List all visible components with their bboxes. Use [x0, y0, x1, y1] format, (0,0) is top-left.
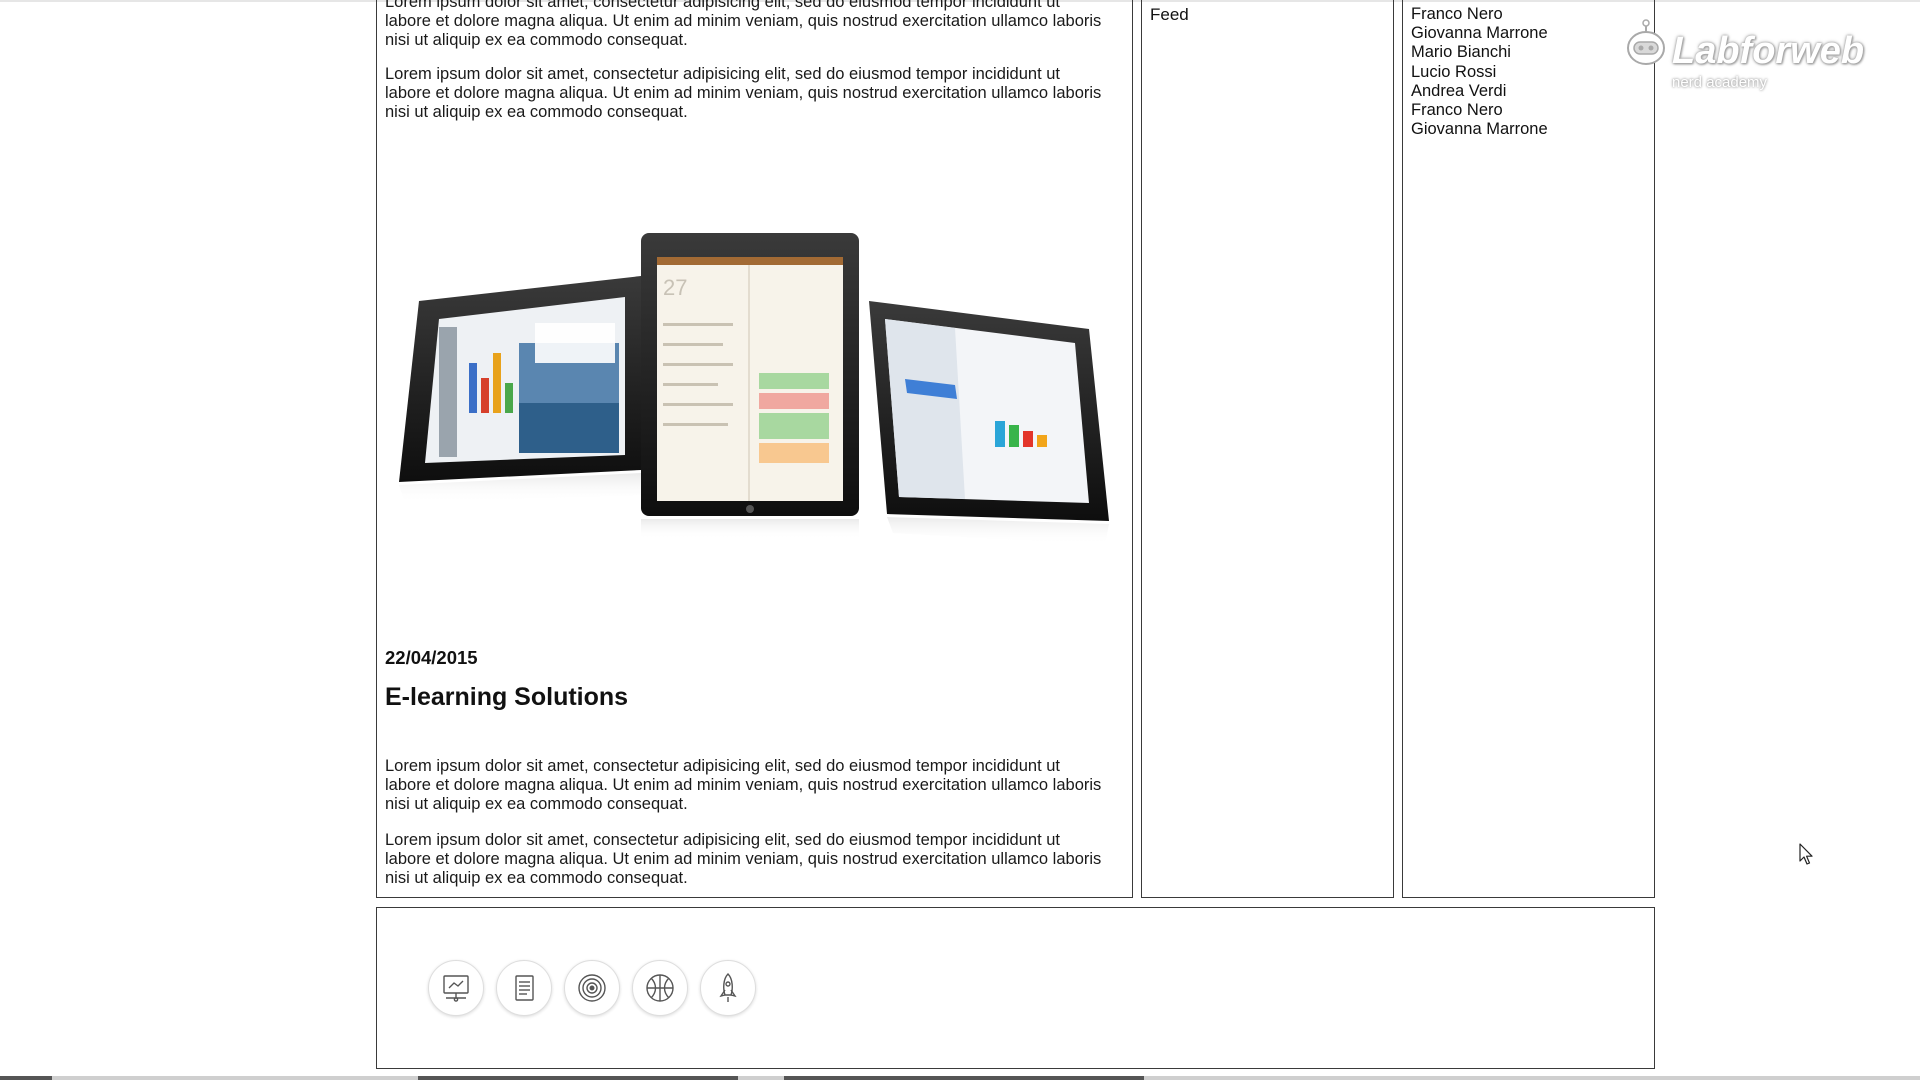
article-paragraph: Lorem ipsum dolor sit amet, consectetur …	[385, 65, 1102, 122]
article-column: Lorem ipsum dolor sit amet, consectetur …	[376, 0, 1133, 898]
name-item[interactable]: Andrea Verdi	[1411, 82, 1548, 101]
target-icon	[578, 974, 606, 1002]
tablet-day-number: 27	[663, 275, 687, 300]
feed-column: Feed	[1141, 0, 1394, 898]
name-item[interactable]: Franco Nero	[1411, 5, 1548, 24]
tablet-center: 27	[641, 233, 859, 539]
basketball-icon-button[interactable]	[632, 960, 688, 1016]
feed-label: Feed	[1150, 5, 1189, 24]
bottom-scroll-bar	[0, 1076, 1920, 1080]
brand-name: Labforweb	[1672, 30, 1865, 72]
name-item[interactable]: Mario Bianchi	[1411, 43, 1548, 62]
presentation-icon-button[interactable]	[428, 960, 484, 1016]
name-item[interactable]: Lucio Rossi	[1411, 63, 1548, 82]
brand-tagline: nerd academy	[1672, 74, 1768, 91]
basketball-icon	[646, 974, 674, 1002]
name-item[interactable]: Giovanna Marrone	[1411, 24, 1548, 43]
name-item[interactable]: Franco Nero	[1411, 101, 1548, 120]
tablet-left	[399, 276, 641, 503]
article-paragraph: Lorem ipsum dolor sit amet, consectetur …	[385, 831, 1102, 888]
names-column: Franco Nero Giovanna Marrone Mario Bianc…	[1402, 0, 1655, 898]
target-icon-button[interactable]	[564, 960, 620, 1016]
presentation-icon	[443, 975, 469, 1002]
rocket-icon	[719, 973, 737, 1002]
mouse-cursor-icon	[1799, 843, 1813, 865]
article-paragraph: Lorem ipsum dolor sit amet, consectetur …	[385, 0, 1102, 50]
name-item[interactable]: Giovanna Marrone	[1411, 120, 1548, 139]
name-list: Franco Nero Giovanna Marrone Mario Bianc…	[1411, 5, 1548, 139]
tablets-image: 27	[399, 233, 1109, 545]
brand-logo: Labforweb nerd academy	[1624, 18, 1874, 98]
article-paragraph: Lorem ipsum dolor sit amet, consectetur …	[385, 757, 1102, 814]
tablet-right	[869, 301, 1109, 545]
rocket-icon-button[interactable]	[700, 960, 756, 1016]
document-icon-button[interactable]	[496, 960, 552, 1016]
article-title: E-learning Solutions	[385, 683, 629, 711]
document-icon	[515, 975, 534, 1001]
footer	[376, 907, 1655, 1069]
article-date: 22/04/2015	[385, 647, 478, 668]
robot-mascot-icon	[1627, 19, 1665, 65]
